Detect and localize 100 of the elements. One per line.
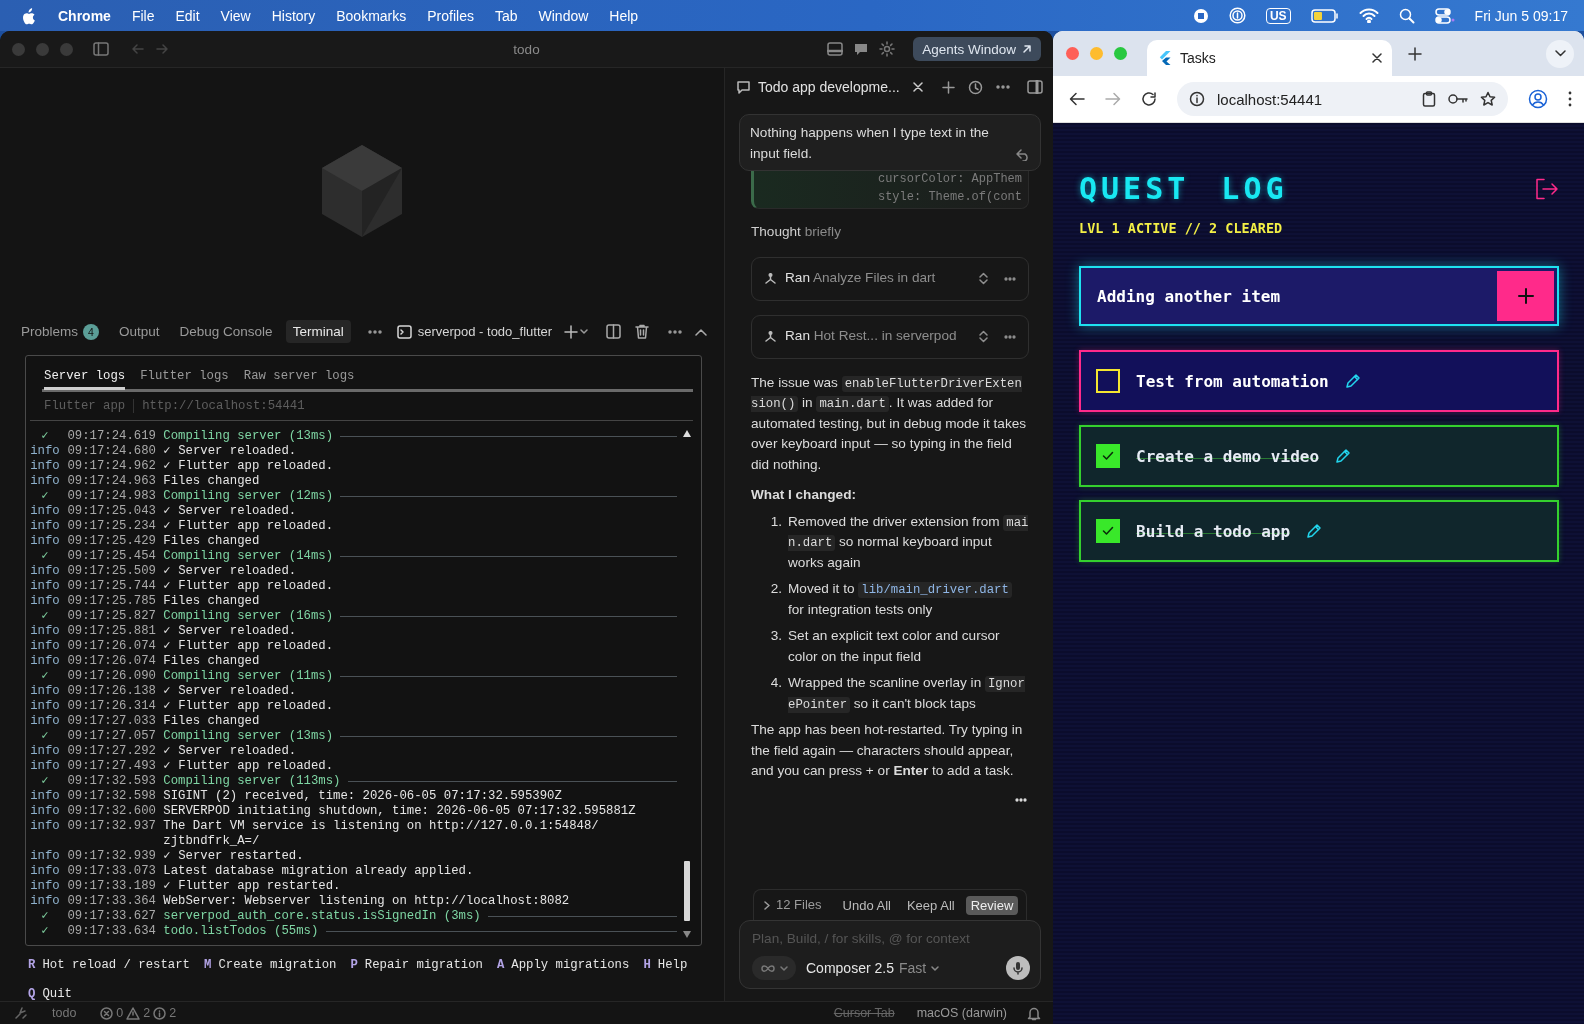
kebab-menu-icon[interactable] [1568, 91, 1572, 107]
info-icon[interactable] [1189, 91, 1205, 107]
task-title[interactable]: Test from automation [1136, 371, 1329, 391]
close-icon[interactable] [1372, 53, 1382, 63]
shortcut-hint[interactable]: P Repair migration [350, 958, 483, 972]
expand-icon[interactable] [979, 272, 988, 285]
history-icon[interactable] [968, 79, 983, 95]
info-count[interactable]: 2 [169, 1006, 177, 1020]
plus-icon[interactable] [942, 80, 955, 94]
shortcut-hint[interactable]: A Apply migrations [496, 958, 630, 972]
panel-tab[interactable]: Problems 4 [14, 319, 107, 344]
more-icon[interactable] [1004, 276, 1016, 281]
agent-tab-title[interactable]: Todo app developme... [758, 76, 900, 98]
menu-item[interactable]: Window [538, 7, 589, 24]
clipboard-icon[interactable] [1422, 91, 1436, 107]
scroll-down-icon[interactable] [682, 930, 692, 939]
platform-status[interactable]: macOS (darwin) [916, 1006, 1007, 1020]
menu-item[interactable]: History [271, 7, 316, 24]
more-icon[interactable] [1004, 334, 1016, 339]
scrollbar-thumb[interactable] [684, 861, 690, 921]
address-bar[interactable]: localhost:54441 [1177, 82, 1508, 116]
tool-call-row[interactable]: Ran Analyze Files in dart [751, 256, 1029, 301]
profile-icon[interactable] [1528, 89, 1548, 109]
changes-action-button[interactable]: Keep All [901, 895, 960, 915]
terminal-selector[interactable]: serverpod - todo_flutter [396, 324, 553, 340]
back-arrow-icon[interactable] [1069, 92, 1085, 106]
shortcut-hint[interactable]: R Hot reload / restart [28, 958, 190, 972]
shortcut-hint[interactable]: H Help [643, 958, 688, 972]
chevron-right-icon[interactable] [764, 900, 770, 910]
workspace-name[interactable]: todo [52, 1006, 77, 1020]
more-icon[interactable] [996, 85, 1010, 89]
changes-action-button[interactable]: Review [965, 895, 1019, 915]
thought-label[interactable]: Thought [751, 224, 801, 239]
caret-icon[interactable] [580, 328, 589, 335]
error-count[interactable]: 0 [116, 1006, 124, 1020]
menu-item[interactable]: Bookmarks [336, 7, 407, 24]
task-input-field[interactable]: Adding another item [1097, 286, 1497, 306]
tab-search-button[interactable] [1546, 39, 1574, 68]
pencil-icon[interactable] [1306, 523, 1323, 539]
shortcut-hint[interactable]: M Create migration [204, 958, 337, 972]
stop-circle-icon[interactable] [1192, 7, 1209, 24]
menu-item[interactable]: Profiles [427, 7, 474, 24]
changed-files-count[interactable]: 12 Files [776, 894, 822, 916]
log-tab[interactable]: Flutter logs [140, 364, 229, 390]
split-pane-icon[interactable] [606, 324, 622, 340]
warning-icon[interactable] [126, 1006, 141, 1020]
menu-item[interactable]: Tab [494, 7, 518, 24]
bell-icon[interactable] [1027, 1005, 1041, 1021]
task-title[interactable]: Build a todo app [1136, 521, 1291, 541]
chevron-up-icon[interactable] [695, 327, 708, 336]
panel-toggle-icon[interactable] [1027, 80, 1043, 94]
expand-icon[interactable] [979, 330, 988, 343]
add-task-button[interactable] [1497, 271, 1554, 321]
layout-icon[interactable] [827, 42, 844, 56]
menu-item[interactable]: Help [609, 7, 639, 24]
user-message-bubble[interactable]: Nothing happens when I type text in the input field. [739, 114, 1041, 171]
task-checkbox[interactable] [1096, 444, 1120, 468]
warning-count[interactable]: 2 [143, 1006, 151, 1020]
changes-action-button[interactable]: Undo All [837, 895, 896, 915]
remote-icon[interactable] [14, 1006, 28, 1020]
microphone-button[interactable] [1006, 956, 1030, 980]
agents-window-button[interactable]: Agents Window [913, 37, 1041, 61]
app-menu[interactable]: Chrome [58, 7, 111, 24]
model-selector[interactable]: Composer 2.5 Fast [806, 960, 940, 976]
more-icon[interactable] [366, 329, 383, 334]
task-checkbox[interactable] [1096, 519, 1120, 543]
pencil-icon[interactable] [1344, 373, 1361, 389]
settings-icon[interactable] [879, 41, 896, 57]
menu-item[interactable]: Edit [175, 7, 200, 24]
task-entry-bar[interactable]: Adding another item [1079, 266, 1559, 326]
key-icon[interactable] [1448, 93, 1468, 105]
logout-icon[interactable] [1535, 177, 1559, 200]
mode-selector[interactable] [752, 956, 796, 980]
reload-icon[interactable] [1141, 91, 1157, 107]
control-center-icon[interactable] [1434, 7, 1455, 24]
undo-icon[interactable] [1016, 149, 1030, 161]
menu-item[interactable]: File [131, 7, 155, 24]
more-icon[interactable] [1015, 797, 1027, 802]
pencil-icon[interactable] [1335, 448, 1352, 464]
menu-item[interactable]: View [220, 7, 251, 24]
new-tab-icon[interactable] [1408, 46, 1422, 61]
keyhole-circle-icon[interactable] [1228, 7, 1246, 24]
chat-icon[interactable] [853, 41, 870, 57]
panel-tab[interactable]: Output [112, 320, 167, 344]
tool-call-row[interactable]: Ran Hot Rest... in serverpod [751, 314, 1029, 359]
sidebar-toggle-icon[interactable] [93, 42, 109, 56]
search-icon[interactable] [1398, 7, 1415, 24]
apple-logo-icon[interactable] [20, 6, 37, 25]
task-checkbox[interactable] [1096, 369, 1120, 393]
shortcut-hint[interactable]: Q Quit [28, 987, 72, 1001]
battery-icon[interactable] [1310, 8, 1339, 23]
wifi-icon[interactable] [1358, 8, 1379, 23]
trash-icon[interactable] [635, 324, 650, 340]
log-tab[interactable]: Raw server logs [243, 364, 355, 390]
panel-tab[interactable]: Terminal [285, 320, 351, 344]
panel-tab[interactable]: Debug Console [172, 320, 280, 344]
error-icon[interactable] [100, 1006, 114, 1020]
input-source-badge[interactable]: US [1265, 7, 1291, 24]
star-icon[interactable] [1480, 91, 1496, 107]
more-icon[interactable] [667, 329, 684, 334]
